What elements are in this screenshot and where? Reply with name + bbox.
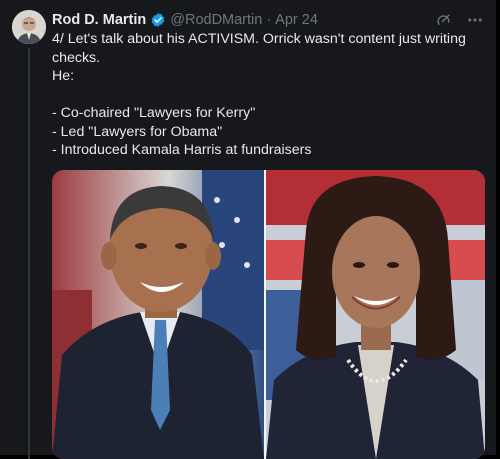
author-avatar[interactable]	[12, 10, 46, 44]
verified-badge-icon	[150, 12, 166, 28]
tweet-media[interactable]	[52, 170, 485, 459]
grok-icon[interactable]	[436, 12, 452, 28]
header-separator: ·	[266, 12, 272, 28]
author-name[interactable]: Rod D. Martin	[52, 12, 146, 28]
tweet-header: Rod D. Martin @RodDMartin · Apr 24	[52, 10, 484, 30]
thread-connector-line	[28, 48, 30, 459]
more-options-icon[interactable]	[466, 11, 484, 29]
author-handle[interactable]: @RodDMartin	[170, 12, 262, 28]
media-photo-left[interactable]	[52, 170, 264, 459]
tweet-card[interactable]: Rod D. Martin @RodDMartin · Apr 24 4/ Le…	[0, 0, 500, 459]
media-photo-right[interactable]	[266, 170, 485, 459]
tweet-date[interactable]: Apr 24	[275, 12, 318, 28]
